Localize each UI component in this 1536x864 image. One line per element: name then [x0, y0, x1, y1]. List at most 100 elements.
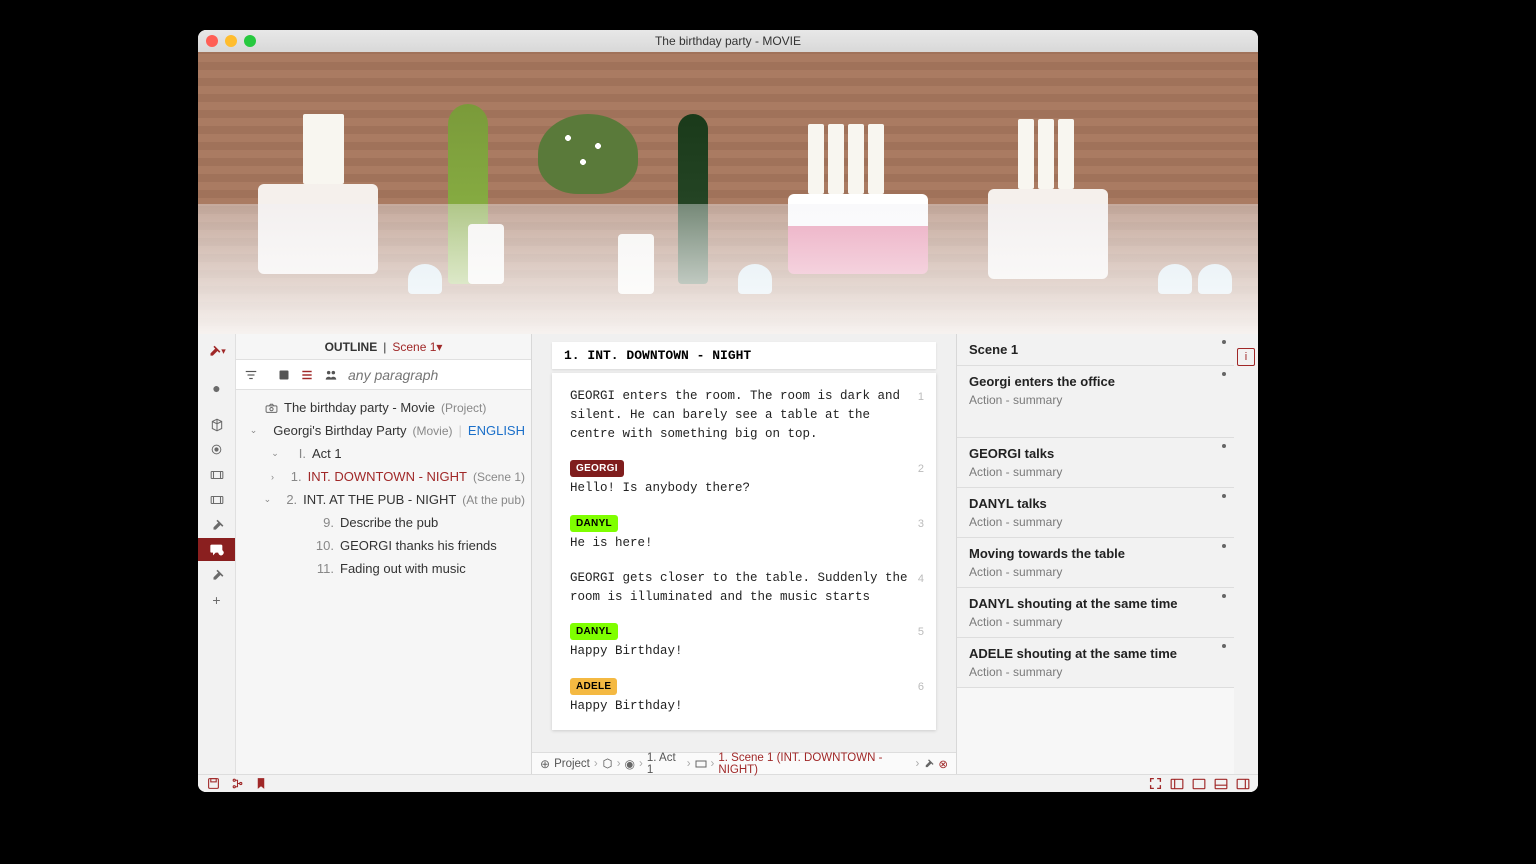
outline-tree: The birthday party - Movie (Project) ⌄ G… — [236, 390, 531, 774]
language-label[interactable]: ENGLISH — [468, 423, 525, 438]
tree-item-11[interactable]: 11. Fading out with music — [236, 557, 531, 580]
tree-project[interactable]: The birthday party - Movie (Project) — [236, 396, 531, 419]
window-title: The birthday party - MOVIE — [198, 34, 1258, 48]
note-indicator-icon — [1222, 372, 1226, 376]
rail-running2-icon[interactable] — [198, 563, 235, 586]
panel-bottom-icon[interactable] — [1214, 777, 1228, 791]
notes-panel: Scene 1 Georgi enters the office Action … — [956, 334, 1234, 774]
panel-right-icon[interactable] — [1236, 777, 1250, 791]
close-button[interactable] — [206, 35, 218, 47]
note-card[interactable]: DANYL talks Action - summary — [957, 488, 1234, 538]
tree-icon[interactable] — [230, 777, 244, 791]
note-indicator-icon — [1222, 444, 1226, 448]
outline-scene-indicator[interactable]: Scene 1▾ — [392, 340, 442, 354]
mode-menu-icon[interactable]: ▾ — [201, 340, 232, 362]
note-card[interactable]: Georgi enters the office Action - summar… — [957, 366, 1234, 438]
note-indicator-icon — [1222, 544, 1226, 548]
left-rail: ▾ ● + — [198, 334, 236, 774]
search-input[interactable] — [348, 367, 530, 383]
location-icon: ◉ — [625, 757, 635, 771]
rail-speech-icon[interactable] — [198, 538, 235, 561]
dialogue-block[interactable]: DANYL Happy Birthday! 5 — [570, 622, 918, 661]
traffic-lights — [206, 35, 256, 47]
note-card[interactable]: DANYL shouting at the same time Action -… — [957, 588, 1234, 638]
script-page[interactable]: GEORGI enters the room. The room is dark… — [552, 373, 936, 730]
cube-icon — [602, 758, 613, 769]
crumb-act[interactable]: 1. Act 1 — [647, 752, 683, 776]
info-icon[interactable]: i — [1237, 348, 1255, 366]
note-indicator-icon — [1222, 340, 1226, 344]
view-card-icon[interactable] — [278, 367, 290, 383]
note-indicator-icon — [1222, 494, 1226, 498]
character-tag-danyl: DANYL — [570, 515, 618, 532]
para-number: 4 — [918, 571, 924, 588]
outline-title: OUTLINE — [325, 340, 378, 354]
character-tag-danyl: DANYL — [570, 623, 618, 640]
outline-header: OUTLINE | Scene 1▾ — [236, 334, 531, 360]
note-indicator-icon — [1222, 644, 1226, 648]
crumb-project[interactable]: Project — [554, 758, 590, 770]
dialogue-block[interactable]: DANYL He is here! 3 — [570, 514, 918, 553]
panel-left-icon[interactable] — [1170, 777, 1184, 791]
view-list-icon[interactable] — [300, 367, 314, 383]
panel-center-icon[interactable] — [1192, 777, 1206, 791]
app-window: The birthday party - MOVIE ▾ ● — [198, 30, 1258, 792]
editor-scroll[interactable]: 1. INT. DOWNTOWN - NIGHT GEORGI enters t… — [532, 334, 956, 752]
rail-film2-icon[interactable] — [198, 488, 235, 511]
film-icon — [695, 759, 707, 769]
note-card[interactable]: GEORGI talks Action - summary — [957, 438, 1234, 488]
running-icon — [923, 758, 934, 769]
rail-dot-icon[interactable]: ● — [198, 376, 235, 399]
rail-film-icon[interactable] — [198, 463, 235, 486]
body-area: ▾ ● + OUTLINE | Scene 1▾ — [198, 334, 1258, 774]
breadcrumb: ⊕ Project › › ◉ › 1. Act 1 › › 1. Scene … — [532, 752, 956, 774]
tree-act[interactable]: ⌄ I. Act 1 — [236, 442, 531, 465]
statusbar-left — [206, 777, 268, 791]
fullscreen-icon[interactable] — [1148, 777, 1162, 791]
close-breadcrumb-icon[interactable]: ⊗ — [938, 757, 948, 771]
outline-toolbar — [236, 360, 531, 390]
tree-item-9[interactable]: 9. Describe the pub — [236, 511, 531, 534]
chevron-right-icon[interactable]: › — [269, 472, 275, 482]
note-card-scene[interactable]: Scene 1 — [957, 334, 1234, 366]
para-number: 2 — [918, 461, 924, 478]
character-tag-georgi: GEORGI — [570, 460, 624, 477]
para-number: 3 — [918, 516, 924, 533]
target-icon[interactable]: ⊕ — [540, 757, 550, 771]
tree-scene-1[interactable]: › 1. INT. DOWNTOWN - NIGHT (Scene 1) — [236, 465, 531, 488]
tree-item-10[interactable]: 10. GEORGI thanks his friends — [236, 534, 531, 557]
action-paragraph[interactable]: GEORGI enters the room. The room is dark… — [570, 387, 918, 443]
save-icon[interactable] — [206, 777, 220, 791]
note-card[interactable]: ADELE shouting at the same time Action -… — [957, 638, 1234, 688]
rail-add-icon[interactable]: + — [198, 588, 235, 611]
hero-image — [198, 52, 1258, 334]
chevron-down-icon[interactable]: ⌄ — [250, 425, 258, 436]
view-people-icon[interactable] — [324, 367, 338, 383]
filter-icon[interactable] — [244, 367, 258, 383]
minimize-button[interactable] — [225, 35, 237, 47]
dialogue-block[interactable]: ADELE Happy Birthday! 6 — [570, 677, 918, 716]
bookmark-icon[interactable] — [254, 777, 268, 791]
scene-heading[interactable]: 1. INT. DOWNTOWN - NIGHT — [552, 342, 936, 369]
right-rail: i — [1234, 334, 1258, 774]
camera-icon — [264, 401, 278, 415]
titlebar: The birthday party - MOVIE — [198, 30, 1258, 52]
note-card[interactable]: Moving towards the table Action - summar… — [957, 538, 1234, 588]
tree-movie[interactable]: ⌄ Georgi's Birthday Party (Movie) | ENGL… — [236, 419, 531, 442]
tree-scene-2[interactable]: ⌄ 2. INT. AT THE PUB - NIGHT (At the pub… — [236, 488, 531, 511]
chevron-down-icon[interactable]: ⌄ — [264, 494, 272, 505]
note-indicator-icon — [1222, 594, 1226, 598]
maximize-button[interactable] — [244, 35, 256, 47]
editor-panel: 1. INT. DOWNTOWN - NIGHT GEORGI enters t… — [532, 334, 956, 774]
statusbar-right — [1148, 777, 1250, 791]
action-paragraph[interactable]: GEORGI gets closer to the table. Suddenl… — [570, 569, 918, 607]
dialogue-block[interactable]: GEORGI Hello! Is anybody there? 2 — [570, 459, 918, 498]
chevron-down-icon[interactable]: ⌄ — [270, 448, 280, 459]
rail-running-icon[interactable] — [198, 513, 235, 536]
rail-location-icon[interactable] — [198, 438, 235, 461]
para-number: 6 — [918, 679, 924, 696]
outline-panel: OUTLINE | Scene 1▾ The birthday party - … — [236, 334, 532, 774]
crumb-scene[interactable]: 1. Scene 1 (INT. DOWNTOWN - NIGHT) — [718, 752, 911, 776]
rail-cube-icon[interactable] — [198, 413, 235, 436]
statusbar — [198, 774, 1258, 792]
